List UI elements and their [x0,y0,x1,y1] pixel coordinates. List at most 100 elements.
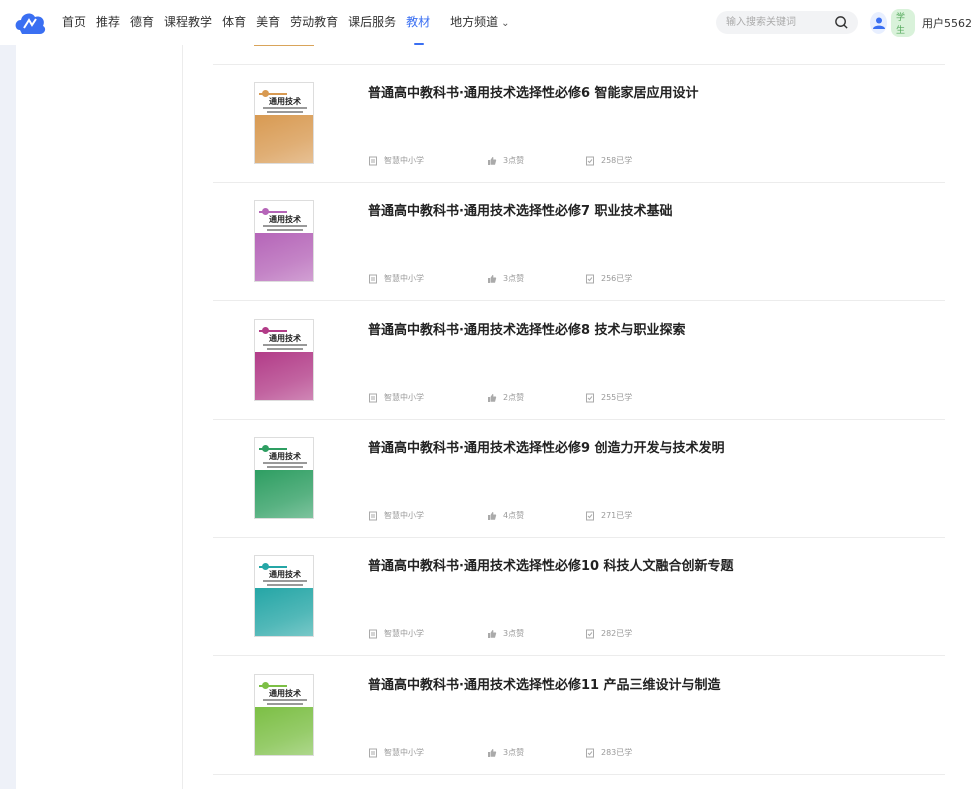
book-learners: 256已学 [585,273,632,284]
book-learners: 282已学 [585,628,632,639]
book-list-item[interactable]: 通用技术 普通高中教科书·通用技术选择性必修10 科技人文融合创新专题 智慧中小… [213,538,945,656]
book-cover-image[interactable]: 通用技术 [254,674,314,756]
document-icon [369,393,377,402]
nav-item-4[interactable]: 体育 [222,0,246,45]
book-source-text: 智慧中小学 [384,393,424,402]
book-list-item[interactable]: 通用技术 普通高中教科书·通用技术选择性必修11 产品三维设计与制造 智慧中小学… [213,657,945,775]
book-learners: 258已学 [585,155,632,166]
nav-item-0[interactable]: 首页 [62,0,86,45]
book-source-text: 智慧中小学 [384,748,424,757]
book-likes[interactable]: 3点赞 [487,628,524,639]
role-badge: 学生 [891,8,916,37]
left-rail [0,45,16,789]
chevron-down-icon: ⌄ [501,18,510,29]
book-source: 智慧中小学 [368,273,424,284]
learned-icon [586,748,594,757]
book-source-text: 智慧中小学 [384,274,424,283]
learned-icon [586,156,594,165]
book-cover-image[interactable]: 通用技术 [254,555,314,637]
book-source: 智慧中小学 [368,155,424,166]
nav-item-3[interactable]: 课程教学 [164,0,212,45]
book-likes-count: 3点赞 [503,156,525,165]
book-learners: 271已学 [585,510,632,521]
thumbs-up-icon [488,748,497,757]
book-title[interactable]: 普通高中教科书·通用技术选择性必修11 产品三维设计与制造 [368,674,721,693]
book-cover-title: 通用技术 [269,452,301,461]
document-icon [369,629,377,638]
book-cover-title: 通用技术 [269,97,301,106]
book-learners-count: 255已学 [601,393,633,402]
book-learners-count: 271已学 [601,511,633,520]
book-title[interactable]: 普通高中教科书·通用技术选择性必修9 创造力开发与技术发明 [368,437,725,456]
learned-icon [586,274,594,283]
book-cover-title: 通用技术 [269,689,301,698]
book-cover-title: 通用技术 [269,334,301,343]
user-name[interactable]: 用户5562 [922,15,971,31]
book-likes-count: 2点赞 [503,393,525,402]
book-likes-count: 3点赞 [503,274,525,283]
book-source-text: 智慧中小学 [384,511,424,520]
book-likes[interactable]: 3点赞 [487,747,524,758]
avatar[interactable] [870,11,888,34]
thumbs-up-icon [488,629,497,638]
book-likes[interactable]: 4点赞 [487,510,524,521]
book-learners-count: 282已学 [601,629,633,638]
book-list-item[interactable]: 通用技术 普通高中教科书·通用技术选择性必修9 创造力开发与技术发明 智慧中小学… [213,420,945,538]
book-cover-image[interactable]: 通用技术 [254,319,314,401]
book-likes-count: 3点赞 [503,629,525,638]
book-title[interactable]: 普通高中教科书·通用技术选择性必修6 智能家居应用设计 [368,82,699,101]
book-cover-image[interactable]: 通用技术 [254,437,314,519]
sidebar [16,45,183,789]
book-source-text: 智慧中小学 [384,156,424,165]
search-box[interactable] [716,11,858,34]
book-list-item[interactable]: 通用技术 普通高中教科书·通用技术选择性必修7 职业技术基础 智慧中小学 3点赞 [213,183,945,301]
book-cover-title: 通用技术 [269,570,301,579]
main-nav: 首页 推荐 德育 课程教学 体育 美育 劳动教育 课后服务 教材 地方频道 ⌄ [62,0,520,45]
nav-item-1[interactable]: 推荐 [96,0,120,45]
learned-icon [586,629,594,638]
book-title[interactable]: 普通高中教科书·通用技术选择性必修8 技术与职业探索 [368,319,686,338]
book-list-item[interactable]: 通用技术 普通高中教科书·通用技术选择性必修6 智能家居应用设计 智慧中小学 3… [213,65,945,183]
book-title[interactable]: 普通高中教科书·通用技术选择性必修10 科技人文融合创新专题 [368,555,734,574]
book-title[interactable]: 普通高中教科书·通用技术选择性必修7 职业技术基础 [368,200,673,219]
document-icon [369,748,377,757]
book-source: 智慧中小学 [368,747,424,758]
book-likes-count: 3点赞 [503,748,525,757]
document-icon [369,274,377,283]
nav-item-8[interactable]: 教材 [406,0,430,45]
user-menu[interactable]: 学生 用户5562 [870,8,971,37]
nav-item-7[interactable]: 课后服务 [348,0,396,45]
book-likes[interactable]: 2点赞 [487,392,524,403]
nav-item-2[interactable]: 德育 [130,0,154,45]
document-icon [369,156,377,165]
thumbs-up-icon [488,511,497,520]
top-header: 首页推荐德育课程教学体育美育劳动教育课后服务教材地方频道⌄ 学生 用户5562 [0,0,971,45]
nav-item-5[interactable]: 美育 [256,0,280,45]
nav-dropdown-label: 地方频道 [450,15,499,29]
book-cover-image[interactable]: 通用技术 [254,200,314,282]
book-cover-image[interactable]: 通用技术 [254,82,314,164]
thumbs-up-icon [488,393,497,402]
book-learners: 255已学 [585,392,632,403]
learned-icon [586,393,594,402]
document-icon [369,511,377,520]
nav-dropdown-local-channel[interactable]: 地方频道 ⌄ [450,0,509,45]
book-source: 智慧中小学 [368,628,424,639]
book-cover-title: 通用技术 [269,215,301,224]
book-list-item[interactable]: 通用技术 普通高中教科书·通用技术选择性必修8 技术与职业探索 智慧中小学 2点… [213,302,945,420]
book-likes[interactable]: 3点赞 [487,273,524,284]
thumbs-up-icon [488,274,497,283]
book-learners-count: 256已学 [601,274,633,283]
book-likes-count: 4点赞 [503,511,525,520]
thumbs-up-icon [488,156,497,165]
book-likes[interactable]: 3点赞 [487,155,524,166]
book-learners: 283已学 [585,747,632,758]
learned-icon [586,511,594,520]
nav-item-6[interactable]: 劳动教育 [290,0,338,45]
book-source: 智慧中小学 [368,392,424,403]
search-icon[interactable] [834,15,849,30]
book-source: 智慧中小学 [368,510,424,521]
search-input[interactable] [726,11,826,34]
book-source-text: 智慧中小学 [384,629,424,638]
site-logo[interactable] [14,8,50,36]
